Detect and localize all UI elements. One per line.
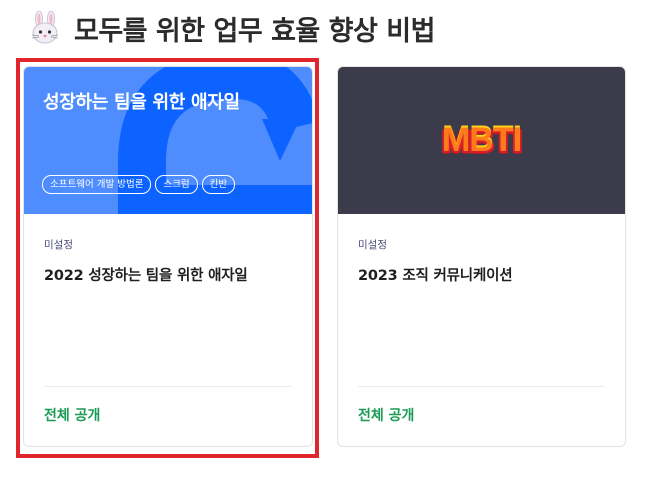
card-divider — [358, 386, 605, 387]
course-card[interactable]: MBTI 미설정 2023 조직 커뮤니케이션 전체 공개 — [337, 66, 626, 447]
mbti-logo: MBTI — [441, 121, 522, 159]
selection-highlight — [16, 58, 319, 458]
bunny-icon — [28, 10, 62, 45]
card-body: 미설정 2023 조직 커뮤니케이션 — [358, 237, 605, 285]
card-thumbnail[interactable]: MBTI — [338, 67, 625, 214]
card-title[interactable]: 2023 조직 커뮤니케이션 — [358, 264, 605, 285]
page-title-text: 모두를 위한 업무 효율 향상 비법 — [74, 15, 435, 47]
card-meta: 미설정 — [358, 239, 387, 251]
page-title: 모두를 위한 업무 효율 향상 비법 — [28, 6, 435, 50]
visibility-label: 전체 공개 — [358, 408, 415, 424]
